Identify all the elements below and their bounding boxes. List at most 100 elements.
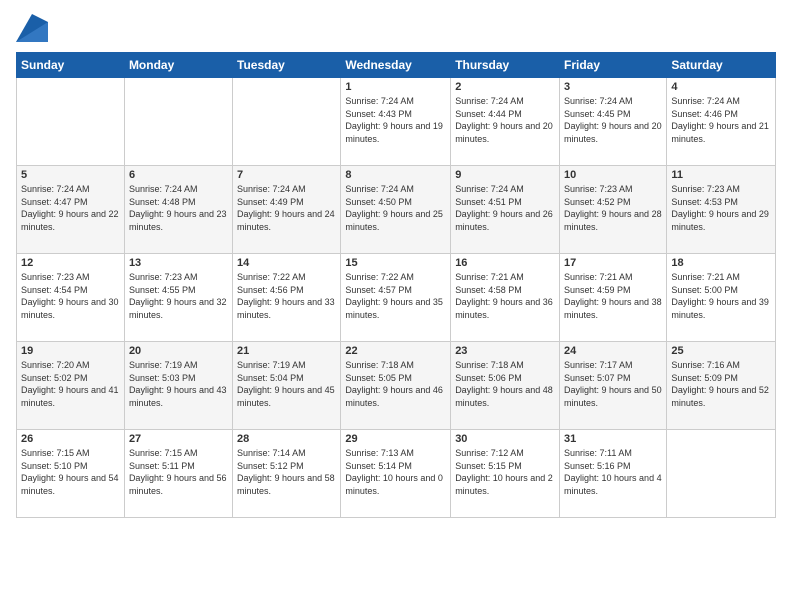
day-number: 31 xyxy=(564,433,662,445)
day-number: 18 xyxy=(671,257,771,269)
calendar-cell: 6 Sunrise: 7:24 AMSunset: 4:48 PMDaylight… xyxy=(124,166,232,254)
day-info: Sunrise: 7:24 AMSunset: 4:44 PMDaylight:… xyxy=(455,95,555,145)
day-number: 23 xyxy=(455,345,555,357)
day-info: Sunrise: 7:23 AMSunset: 4:53 PMDaylight:… xyxy=(671,183,771,233)
logo-icon xyxy=(16,14,48,42)
day-number: 1 xyxy=(345,81,446,93)
day-number: 22 xyxy=(345,345,446,357)
day-number: 7 xyxy=(237,169,336,181)
calendar-cell: 20 Sunrise: 7:19 AMSunset: 5:03 PMDayligh… xyxy=(124,342,232,430)
day-number: 12 xyxy=(21,257,120,269)
calendar-header-wednesday: Wednesday xyxy=(341,53,451,78)
day-info: Sunrise: 7:20 AMSunset: 5:02 PMDaylight:… xyxy=(21,359,120,409)
day-info: Sunrise: 7:22 AMSunset: 4:56 PMDaylight:… xyxy=(237,271,336,321)
calendar-cell: 27 Sunrise: 7:15 AMSunset: 5:11 PMDayligh… xyxy=(124,430,232,518)
day-number: 10 xyxy=(564,169,662,181)
calendar-cell: 4 Sunrise: 7:24 AMSunset: 4:46 PMDaylight… xyxy=(667,78,776,166)
day-number: 14 xyxy=(237,257,336,269)
page: SundayMondayTuesdayWednesdayThursdayFrid… xyxy=(0,0,792,612)
calendar-cell: 9 Sunrise: 7:24 AMSunset: 4:51 PMDaylight… xyxy=(451,166,560,254)
calendar-cell: 12Sunrise: 7:23 AMSunset: 4:54 PMDayligh… xyxy=(17,254,125,342)
calendar-cell xyxy=(124,78,232,166)
calendar-header-monday: Monday xyxy=(124,53,232,78)
day-number: 17 xyxy=(564,257,662,269)
calendar-week-row: 19Sunrise: 7:20 AMSunset: 5:02 PMDayligh… xyxy=(17,342,776,430)
calendar-cell: 21 Sunrise: 7:19 AMSunset: 5:04 PMDayligh… xyxy=(233,342,341,430)
calendar-cell: 5 Sunrise: 7:24 AMSunset: 4:47 PMDaylight… xyxy=(17,166,125,254)
day-info: Sunrise: 7:24 AMSunset: 4:46 PMDaylight:… xyxy=(671,95,771,145)
calendar-cell: 2Sunrise: 7:24 AMSunset: 4:44 PMDaylight… xyxy=(451,78,560,166)
calendar-cell: 10 Sunrise: 7:23 AMSunset: 4:52 PMDayligh… xyxy=(560,166,667,254)
day-info: Sunrise: 7:17 AMSunset: 5:07 PMDaylight:… xyxy=(564,359,662,409)
day-info: Sunrise: 7:16 AMSunset: 5:09 PMDaylight:… xyxy=(671,359,771,409)
day-info: Sunrise: 7:24 AMSunset: 4:47 PMDaylight:… xyxy=(21,183,120,233)
day-info: Sunrise: 7:24 AMSunset: 4:45 PMDaylight:… xyxy=(564,95,662,145)
day-info: Sunrise: 7:19 AMSunset: 5:04 PMDaylight:… xyxy=(237,359,336,409)
day-number: 3 xyxy=(564,81,662,93)
day-number: 29 xyxy=(345,433,446,445)
day-info: Sunrise: 7:24 AMSunset: 4:51 PMDaylight:… xyxy=(455,183,555,233)
day-number: 11 xyxy=(671,169,771,181)
calendar-cell: 25Sunrise: 7:16 AMSunset: 5:09 PMDayligh… xyxy=(667,342,776,430)
calendar-cell: 7 Sunrise: 7:24 AMSunset: 4:49 PMDaylight… xyxy=(233,166,341,254)
day-info: Sunrise: 7:24 AMSunset: 4:50 PMDaylight:… xyxy=(345,183,446,233)
header xyxy=(16,12,776,42)
calendar-cell: 18Sunrise: 7:21 AMSunset: 5:00 PMDayligh… xyxy=(667,254,776,342)
day-info: Sunrise: 7:23 AMSunset: 4:55 PMDaylight:… xyxy=(129,271,228,321)
calendar-cell: 19Sunrise: 7:20 AMSunset: 5:02 PMDayligh… xyxy=(17,342,125,430)
day-info: Sunrise: 7:19 AMSunset: 5:03 PMDaylight:… xyxy=(129,359,228,409)
calendar-cell: 15 Sunrise: 7:22 AMSunset: 4:57 PMDayligh… xyxy=(341,254,451,342)
calendar-cell: 17 Sunrise: 7:21 AMSunset: 4:59 PMDayligh… xyxy=(560,254,667,342)
day-number: 26 xyxy=(21,433,120,445)
day-number: 20 xyxy=(129,345,228,357)
day-number: 4 xyxy=(671,81,771,93)
day-info: Sunrise: 7:18 AMSunset: 5:06 PMDaylight:… xyxy=(455,359,555,409)
calendar-header-tuesday: Tuesday xyxy=(233,53,341,78)
day-number: 6 xyxy=(129,169,228,181)
day-info: Sunrise: 7:22 AMSunset: 4:57 PMDaylight:… xyxy=(345,271,446,321)
calendar-cell: 3 Sunrise: 7:24 AMSunset: 4:45 PMDaylight… xyxy=(560,78,667,166)
day-number: 27 xyxy=(129,433,228,445)
day-number: 24 xyxy=(564,345,662,357)
calendar-cell: 1Sunrise: 7:24 AMSunset: 4:43 PMDaylight… xyxy=(341,78,451,166)
day-number: 9 xyxy=(455,169,555,181)
calendar-week-row: 26 Sunrise: 7:15 AMSunset: 5:10 PMDayligh… xyxy=(17,430,776,518)
calendar-header-thursday: Thursday xyxy=(451,53,560,78)
day-number: 8 xyxy=(345,169,446,181)
calendar-cell: 16 Sunrise: 7:21 AMSunset: 4:58 PMDayligh… xyxy=(451,254,560,342)
calendar-week-row: 1Sunrise: 7:24 AMSunset: 4:43 PMDaylight… xyxy=(17,78,776,166)
calendar-week-row: 12Sunrise: 7:23 AMSunset: 4:54 PMDayligh… xyxy=(17,254,776,342)
day-number: 30 xyxy=(455,433,555,445)
calendar-cell xyxy=(17,78,125,166)
day-info: Sunrise: 7:11 AMSunset: 5:16 PMDaylight:… xyxy=(564,447,662,497)
day-number: 13 xyxy=(129,257,228,269)
calendar-cell: 14 Sunrise: 7:22 AMSunset: 4:56 PMDayligh… xyxy=(233,254,341,342)
calendar-header-sunday: Sunday xyxy=(17,53,125,78)
calendar-header-saturday: Saturday xyxy=(667,53,776,78)
day-number: 5 xyxy=(21,169,120,181)
day-number: 15 xyxy=(345,257,446,269)
calendar-cell: 22 Sunrise: 7:18 AMSunset: 5:05 PMDayligh… xyxy=(341,342,451,430)
day-info: Sunrise: 7:21 AMSunset: 4:59 PMDaylight:… xyxy=(564,271,662,321)
calendar-cell: 29Sunrise: 7:13 AMSunset: 5:14 PMDayligh… xyxy=(341,430,451,518)
day-info: Sunrise: 7:23 AMSunset: 4:52 PMDaylight:… xyxy=(564,183,662,233)
day-number: 16 xyxy=(455,257,555,269)
day-info: Sunrise: 7:12 AMSunset: 5:15 PMDaylight:… xyxy=(455,447,555,497)
day-number: 21 xyxy=(237,345,336,357)
day-number: 28 xyxy=(237,433,336,445)
calendar-header-row: SundayMondayTuesdayWednesdayThursdayFrid… xyxy=(17,53,776,78)
calendar-header-friday: Friday xyxy=(560,53,667,78)
day-info: Sunrise: 7:21 AMSunset: 4:58 PMDaylight:… xyxy=(455,271,555,321)
calendar-cell: 31 Sunrise: 7:11 AMSunset: 5:16 PMDayligh… xyxy=(560,430,667,518)
day-info: Sunrise: 7:18 AMSunset: 5:05 PMDaylight:… xyxy=(345,359,446,409)
calendar-cell: 13 Sunrise: 7:23 AMSunset: 4:55 PMDayligh… xyxy=(124,254,232,342)
day-info: Sunrise: 7:24 AMSunset: 4:49 PMDaylight:… xyxy=(237,183,336,233)
day-info: Sunrise: 7:24 AMSunset: 4:48 PMDaylight:… xyxy=(129,183,228,233)
calendar-week-row: 5 Sunrise: 7:24 AMSunset: 4:47 PMDaylight… xyxy=(17,166,776,254)
day-info: Sunrise: 7:14 AMSunset: 5:12 PMDaylight:… xyxy=(237,447,336,497)
calendar-cell: 24 Sunrise: 7:17 AMSunset: 5:07 PMDayligh… xyxy=(560,342,667,430)
calendar-table: SundayMondayTuesdayWednesdayThursdayFrid… xyxy=(16,52,776,518)
calendar-cell xyxy=(233,78,341,166)
day-info: Sunrise: 7:15 AMSunset: 5:10 PMDaylight:… xyxy=(21,447,120,497)
day-info: Sunrise: 7:15 AMSunset: 5:11 PMDaylight:… xyxy=(129,447,228,497)
